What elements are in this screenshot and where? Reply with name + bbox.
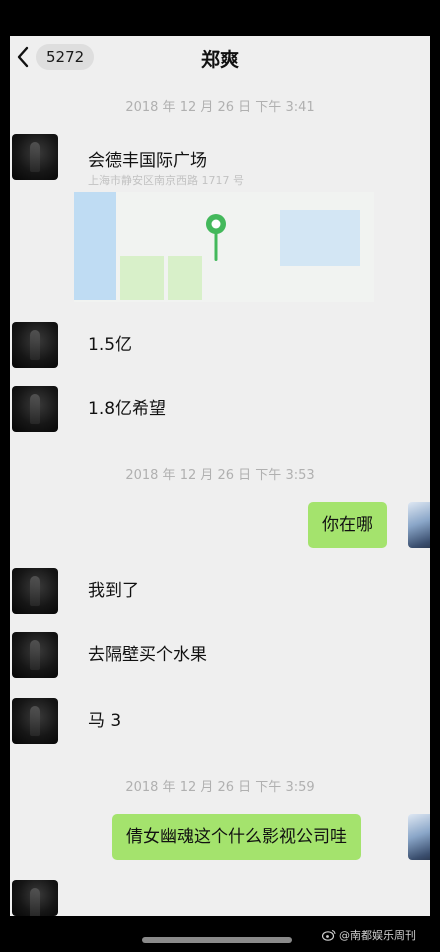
timestamp: 2018 年 12 月 26 日 下午 3:59 bbox=[125, 780, 315, 795]
contact-avatar[interactable] bbox=[12, 632, 58, 678]
outgoing-message[interactable]: 你在哪 bbox=[308, 502, 387, 548]
contact-avatar[interactable] bbox=[12, 568, 58, 614]
my-avatar[interactable] bbox=[408, 814, 430, 860]
home-indicator[interactable] bbox=[142, 937, 292, 943]
timestamp: 2018 年 12 月 26 日 下午 3:41 bbox=[125, 100, 315, 115]
map-pin-icon bbox=[206, 214, 226, 261]
contact-avatar[interactable] bbox=[12, 698, 58, 744]
incoming-message[interactable]: 1.8亿希望 bbox=[88, 386, 180, 432]
incoming-message[interactable]: 马 3 bbox=[88, 698, 135, 744]
contact-avatar[interactable] bbox=[12, 880, 58, 916]
contact-avatar[interactable] bbox=[12, 134, 58, 180]
chat-screen: 5272 郑爽 2018 年 12 月 26 日 下午 3:41 会德丰国际广场… bbox=[10, 36, 430, 916]
incoming-message[interactable]: 我到了 bbox=[88, 568, 153, 614]
watermark-text: @南都娱乐周刊 bbox=[339, 929, 416, 942]
outgoing-message[interactable]: 倩女幽魂这个什么影视公司哇 bbox=[112, 814, 361, 860]
watermark: @南都娱乐周刊 bbox=[322, 927, 416, 943]
location-address: 上海市静安区南京西路 1717 号 bbox=[88, 174, 244, 187]
location-map[interactable] bbox=[74, 192, 374, 302]
chat-title: 郑爽 bbox=[200, 49, 239, 71]
incoming-message[interactable]: 去隔壁买个水果 bbox=[88, 632, 221, 678]
contact-avatar[interactable] bbox=[12, 322, 58, 368]
incoming-message[interactable]: 1.5亿 bbox=[88, 322, 146, 368]
location-title: 会德丰国际广场 bbox=[88, 151, 207, 171]
chat-header: 5272 郑爽 bbox=[10, 36, 430, 78]
timestamp: 2018 年 12 月 26 日 下午 3:53 bbox=[125, 468, 315, 483]
my-avatar[interactable] bbox=[408, 502, 430, 548]
contact-avatar[interactable] bbox=[12, 386, 58, 432]
weibo-icon bbox=[322, 930, 336, 941]
